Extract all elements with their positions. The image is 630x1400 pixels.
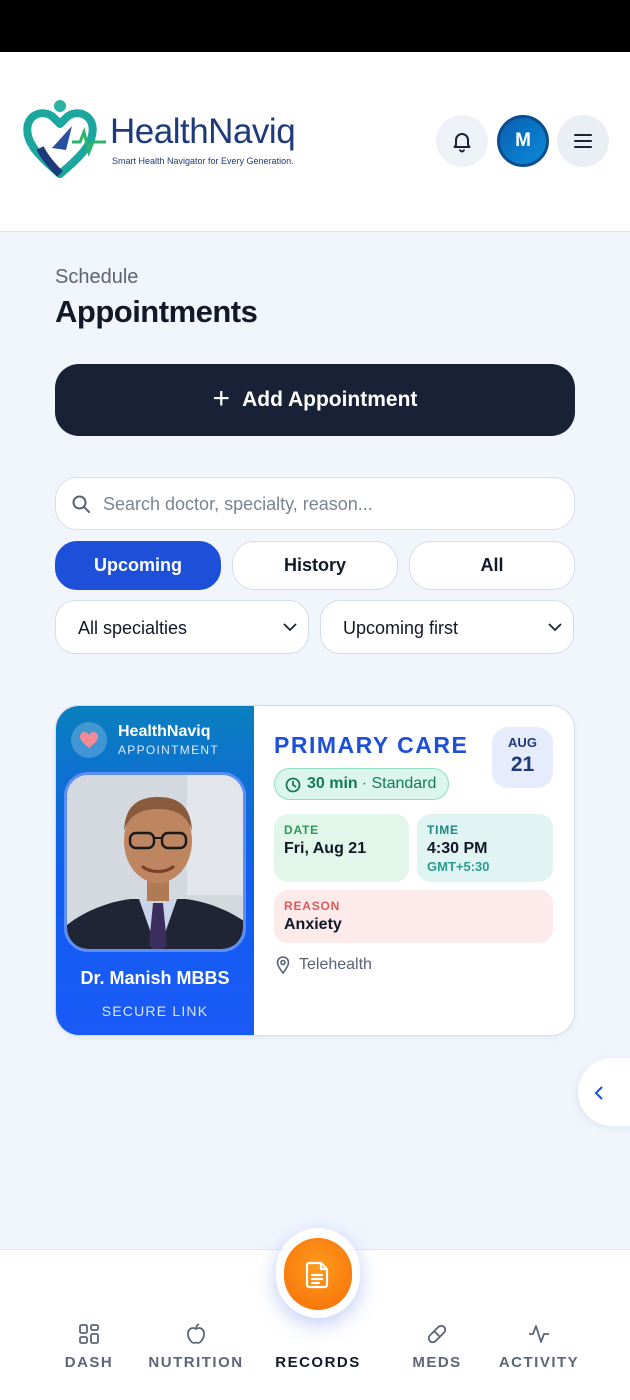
search-icon [72, 495, 90, 513]
brand-name: HealthNaviq [110, 112, 296, 151]
doctor-portrait [67, 775, 243, 949]
date-label: DATE [284, 823, 319, 837]
card-brand-sub: APPOINTMENT [118, 743, 219, 757]
apple-icon [187, 1323, 205, 1344]
records-fab-button[interactable] [284, 1238, 352, 1310]
pulse-icon [529, 1325, 549, 1343]
appointment-specialty: PRIMARY CARE [274, 732, 469, 758]
date-badge: AUG 21 [492, 727, 553, 788]
doctor-photo [64, 772, 246, 952]
page-eyebrow: Schedule [55, 266, 139, 288]
tab-upcoming[interactable]: Upcoming [55, 541, 221, 590]
appointment-type: · Standard [361, 775, 437, 792]
specialty-select[interactable]: All specialties [55, 600, 309, 654]
chevron-down-icon [548, 623, 562, 632]
location-value: Telehealth [299, 956, 372, 973]
duration-badge: 30 min · Standard [274, 768, 450, 800]
add-appointment-button[interactable]: + Add Appointment [55, 364, 575, 436]
secure-link[interactable]: SECURE LINK [56, 1003, 254, 1019]
brand-tagline: Smart Health Navigator for Every Generat… [112, 156, 294, 166]
plus-icon: + [212, 381, 231, 415]
nav-meds[interactable]: MEDS [382, 1310, 492, 1371]
user-avatar[interactable]: M [497, 115, 549, 167]
location: Telehealth [276, 956, 372, 974]
nav-activity[interactable]: ACTIVITY [484, 1310, 594, 1371]
app-header: HealthNaviq Smart Health Navigator for E… [0, 52, 630, 232]
healthnaviq-logo[interactable]: HealthNaviq Smart Health Navigator for E… [22, 96, 302, 182]
chevron-left-icon [594, 1086, 603, 1100]
reason-value: Anxiety [284, 916, 342, 933]
search-input[interactable] [103, 490, 563, 518]
specialty-select-value: All specialties [78, 618, 188, 638]
tab-all[interactable]: All [409, 541, 575, 590]
sort-select[interactable]: Upcoming first [320, 600, 574, 654]
sort-select-value: Upcoming first [343, 618, 459, 638]
duration-value: 30 min [307, 775, 358, 792]
page-title: Appointments [55, 294, 258, 329]
grid-icon [79, 1324, 99, 1344]
time-value: 4:30 PM [427, 840, 488, 857]
appointment-card-doctor-panel: HealthNaviq APPOINTMENT Dr. Manish MBBS … [56, 706, 254, 1035]
nav-records-label: RECORDS [275, 1354, 361, 1371]
appointment-card[interactable]: HealthNaviq APPOINTMENT Dr. Manish MBBS … [55, 705, 575, 1036]
time-label: TIME [427, 823, 459, 837]
nav-records[interactable]: RECORDS [263, 1310, 373, 1371]
card-brand-name: HealthNaviq [118, 723, 211, 740]
date-badge-day: 21 [510, 753, 535, 776]
heart-icon [80, 732, 98, 748]
nav-dash[interactable]: DASH [34, 1310, 144, 1371]
timezone-value: GMT+5:30 [427, 859, 490, 874]
reason-box: REASON Anxiety [274, 890, 553, 943]
bell-icon [453, 133, 471, 153]
time-box: TIME 4:30 PM GMT+5:30 [417, 814, 553, 882]
logo-heart-icon [23, 100, 106, 178]
hamburger-icon [574, 134, 592, 148]
location-pin-icon [276, 956, 290, 974]
doctor-name: Dr. Manish MBBS [80, 968, 230, 988]
nav-meds-label: MEDS [412, 1354, 462, 1371]
menu-button[interactable] [557, 115, 609, 167]
notifications-button[interactable] [436, 115, 488, 167]
clock-icon [285, 777, 301, 793]
nav-activity-label: ACTIVITY [498, 1354, 580, 1371]
date-badge-month: AUG [508, 735, 537, 750]
date-value: Fri, Aug 21 [284, 840, 367, 857]
pill-icon [427, 1324, 447, 1344]
side-drawer-handle[interactable] [578, 1058, 630, 1126]
nav-nutrition[interactable]: NUTRITION [141, 1310, 251, 1371]
nav-dash-label: DASH [64, 1354, 114, 1371]
heart-chip [71, 722, 107, 758]
date-box: DATE Fri, Aug 21 [274, 814, 409, 882]
tab-history[interactable]: History [232, 541, 398, 590]
reason-label: REASON [284, 899, 341, 913]
status-bar [0, 0, 630, 52]
chevron-down-icon [283, 623, 297, 632]
search-field[interactable] [55, 477, 575, 530]
nav-nutrition-label: NUTRITION [148, 1354, 244, 1371]
add-appointment-label: Add Appointment [242, 388, 418, 411]
document-icon [305, 1261, 329, 1289]
